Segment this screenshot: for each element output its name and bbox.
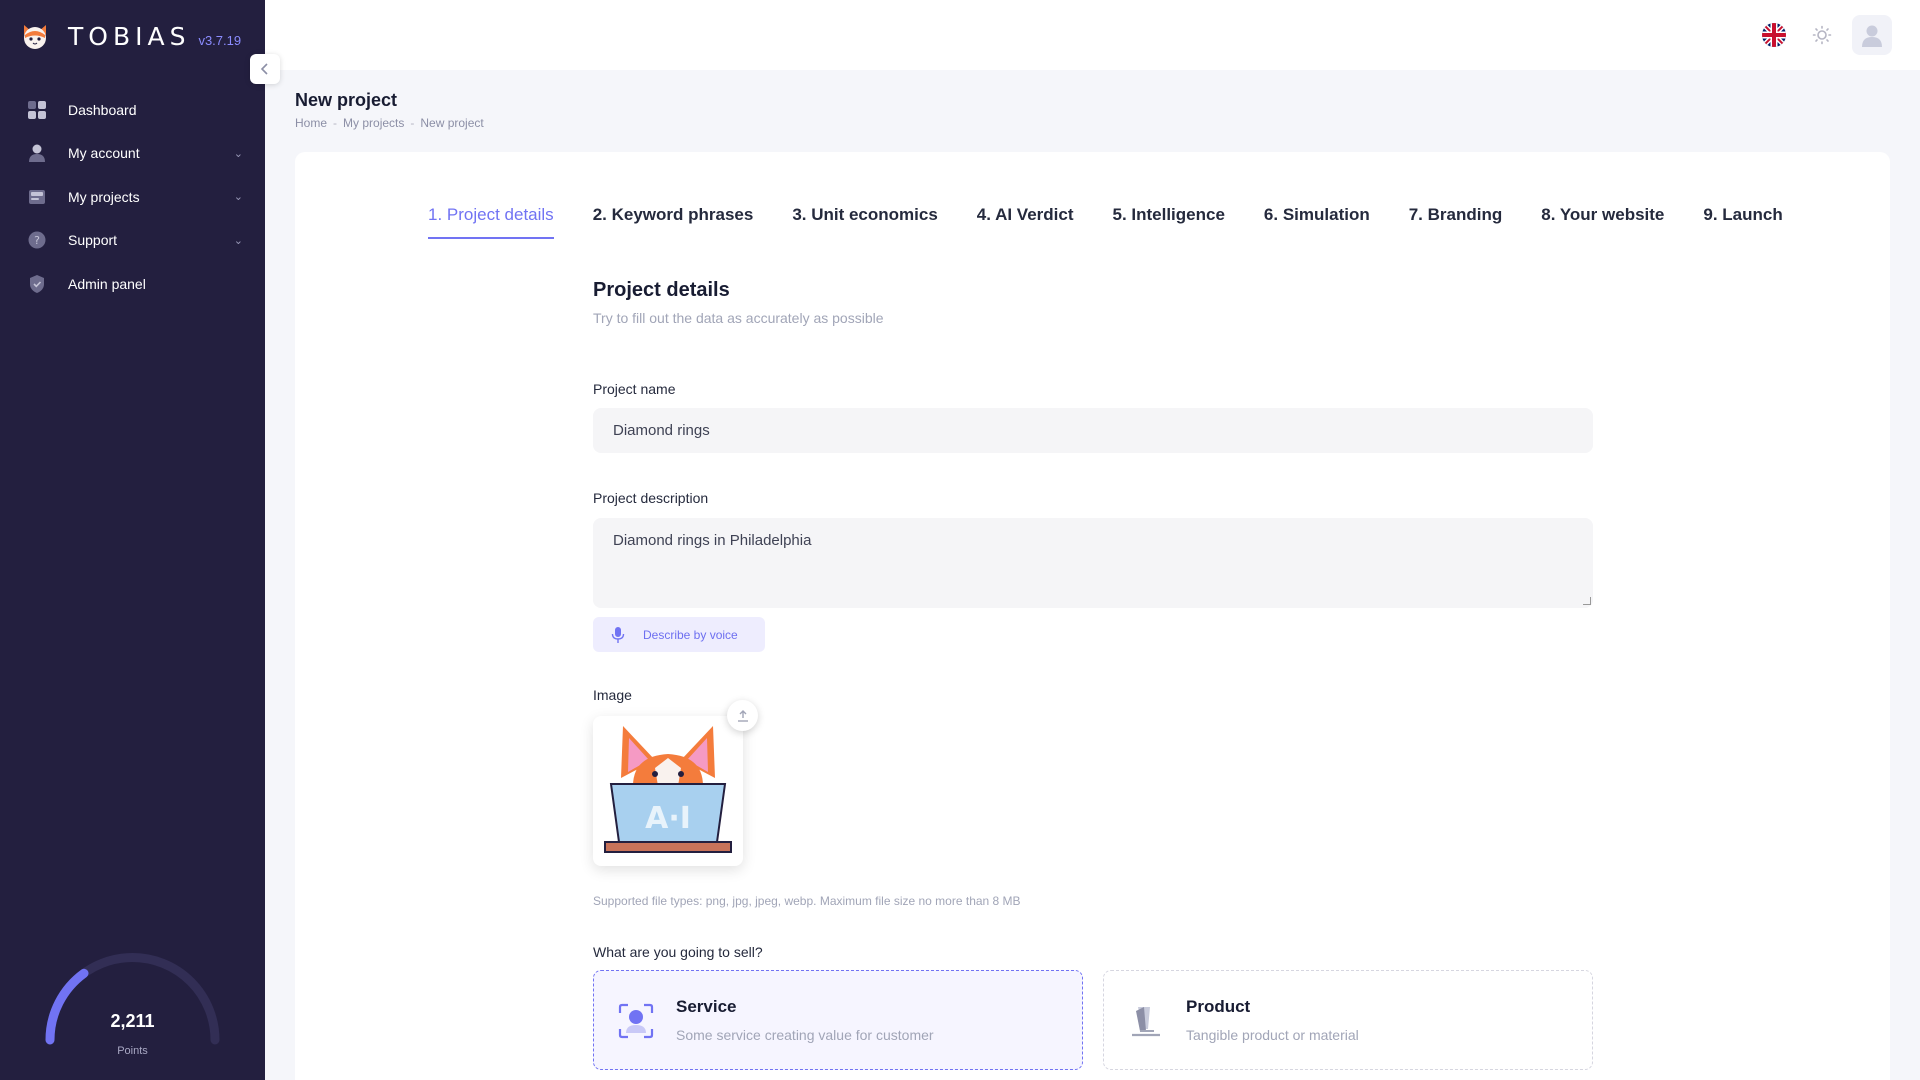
breadcrumb-home[interactable]: Home bbox=[295, 116, 327, 130]
breadcrumb-my-projects[interactable]: My projects bbox=[343, 116, 404, 130]
project-description-textarea[interactable]: Diamond rings in Philadelphia bbox=[593, 518, 1593, 608]
option-product[interactable]: Product Tangible product or material bbox=[1103, 970, 1593, 1070]
upload-image-button[interactable] bbox=[727, 700, 758, 731]
voice-button-label: Describe by voice bbox=[643, 627, 738, 642]
sidebar: TOBIAS v3.7.19 Dashboard My account ⌄ My… bbox=[0, 0, 265, 1080]
shield-icon bbox=[26, 273, 48, 295]
sidebar-item-label: My projects bbox=[68, 188, 140, 205]
sell-question-label: What are you going to sell? bbox=[593, 944, 763, 960]
breadcrumb: Home - My projects - New project bbox=[295, 116, 484, 130]
describe-by-voice-button[interactable]: Describe by voice bbox=[593, 617, 765, 652]
option-service[interactable]: Service Some service creating value for … bbox=[593, 970, 1083, 1070]
sidebar-item-my-account[interactable]: My account ⌄ bbox=[0, 132, 265, 176]
project-image: A·I bbox=[593, 716, 743, 866]
tab-simulation[interactable]: 6. Simulation bbox=[1264, 205, 1370, 239]
sidebar-item-admin-panel[interactable]: Admin panel bbox=[0, 262, 265, 306]
illustration-text: A·I bbox=[645, 801, 691, 836]
resize-handle-icon[interactable] bbox=[1583, 597, 1591, 605]
chevron-down-icon: ⌄ bbox=[233, 147, 243, 160]
sidebar-nav: Dashboard My account ⌄ My projects ⌄ ? S… bbox=[0, 88, 265, 306]
sidebar-item-label: Support bbox=[68, 232, 118, 249]
tab-unit-economics[interactable]: 3. Unit economics bbox=[792, 205, 937, 239]
points-gauge: 2,211 Points bbox=[40, 945, 225, 1070]
breadcrumb-separator: - bbox=[410, 116, 415, 130]
sidebar-item-my-projects[interactable]: My projects ⌄ bbox=[0, 175, 265, 219]
service-icon bbox=[618, 1003, 654, 1039]
tab-your-website[interactable]: 8. Your website bbox=[1541, 205, 1664, 239]
section-subtitle: Try to fill out the data as accurately a… bbox=[593, 310, 884, 326]
sun-icon[interactable] bbox=[1810, 23, 1834, 47]
dashboard-icon bbox=[26, 99, 48, 121]
sidebar-collapse-button[interactable] bbox=[250, 54, 280, 84]
image-hint: Supported file types: png, jpg, jpeg, we… bbox=[593, 894, 1021, 908]
sidebar-item-label: Admin panel bbox=[68, 275, 146, 292]
user-icon bbox=[26, 142, 48, 164]
breadcrumb-current: New project bbox=[420, 116, 484, 130]
top-header bbox=[265, 0, 1920, 70]
microphone-icon bbox=[611, 626, 625, 643]
page-title: New project bbox=[295, 90, 398, 110]
tab-keyword-phrases[interactable]: 2. Keyword phrases bbox=[593, 205, 754, 239]
option-title: Service bbox=[676, 997, 737, 1016]
tab-launch[interactable]: 9. Launch bbox=[1703, 205, 1782, 239]
tab-project-details[interactable]: 1. Project details bbox=[428, 205, 554, 239]
project-description-label: Project description bbox=[593, 490, 709, 506]
option-subtitle: Tangible product or material bbox=[1186, 1027, 1359, 1043]
brand-name: TOBIAS bbox=[68, 21, 191, 51]
sidebar-item-support[interactable]: ? Support ⌄ bbox=[0, 219, 265, 263]
sidebar-item-dashboard[interactable]: Dashboard bbox=[0, 88, 265, 132]
image-label: Image bbox=[593, 687, 632, 703]
logo[interactable]: TOBIAS v3.7.19 bbox=[20, 18, 241, 54]
brand-version: v3.7.19 bbox=[198, 32, 242, 48]
sidebar-item-label: My account bbox=[68, 145, 140, 162]
svg-text:?: ? bbox=[34, 234, 40, 247]
user-avatar-icon[interactable] bbox=[1852, 15, 1892, 55]
language-flag-icon[interactable] bbox=[1762, 23, 1786, 47]
breadcrumb-separator: - bbox=[333, 116, 338, 130]
tab-branding[interactable]: 7. Branding bbox=[1409, 205, 1503, 239]
stepper-tabs: 1. Project details 2. Keyword phrases 3.… bbox=[428, 205, 1822, 239]
section-title: Project details bbox=[593, 279, 730, 301]
product-icon bbox=[1132, 1007, 1160, 1037]
chevron-down-icon: ⌄ bbox=[233, 234, 243, 247]
tab-ai-verdict[interactable]: 4. AI Verdict bbox=[977, 205, 1074, 239]
points-value: 2,211 bbox=[110, 1011, 155, 1031]
cat-logo-icon bbox=[24, 25, 46, 49]
option-subtitle: Some service creating value for customer bbox=[676, 1027, 934, 1043]
project-name-label: Project name bbox=[593, 381, 676, 397]
chevron-down-icon: ⌄ bbox=[233, 191, 243, 204]
ai-cat-illustration: A·I bbox=[604, 726, 732, 853]
main-card bbox=[295, 152, 1890, 1080]
question-icon: ? bbox=[26, 229, 48, 251]
project-name-input[interactable]: Diamond rings bbox=[593, 408, 1593, 453]
points-label: Points bbox=[117, 1045, 148, 1057]
sidebar-item-label: Dashboard bbox=[68, 101, 137, 118]
chevron-left-icon bbox=[260, 63, 268, 75]
option-title: Product bbox=[1186, 997, 1251, 1016]
tab-intelligence[interactable]: 5. Intelligence bbox=[1112, 205, 1224, 239]
projects-icon bbox=[26, 186, 48, 208]
upload-icon bbox=[737, 709, 748, 722]
